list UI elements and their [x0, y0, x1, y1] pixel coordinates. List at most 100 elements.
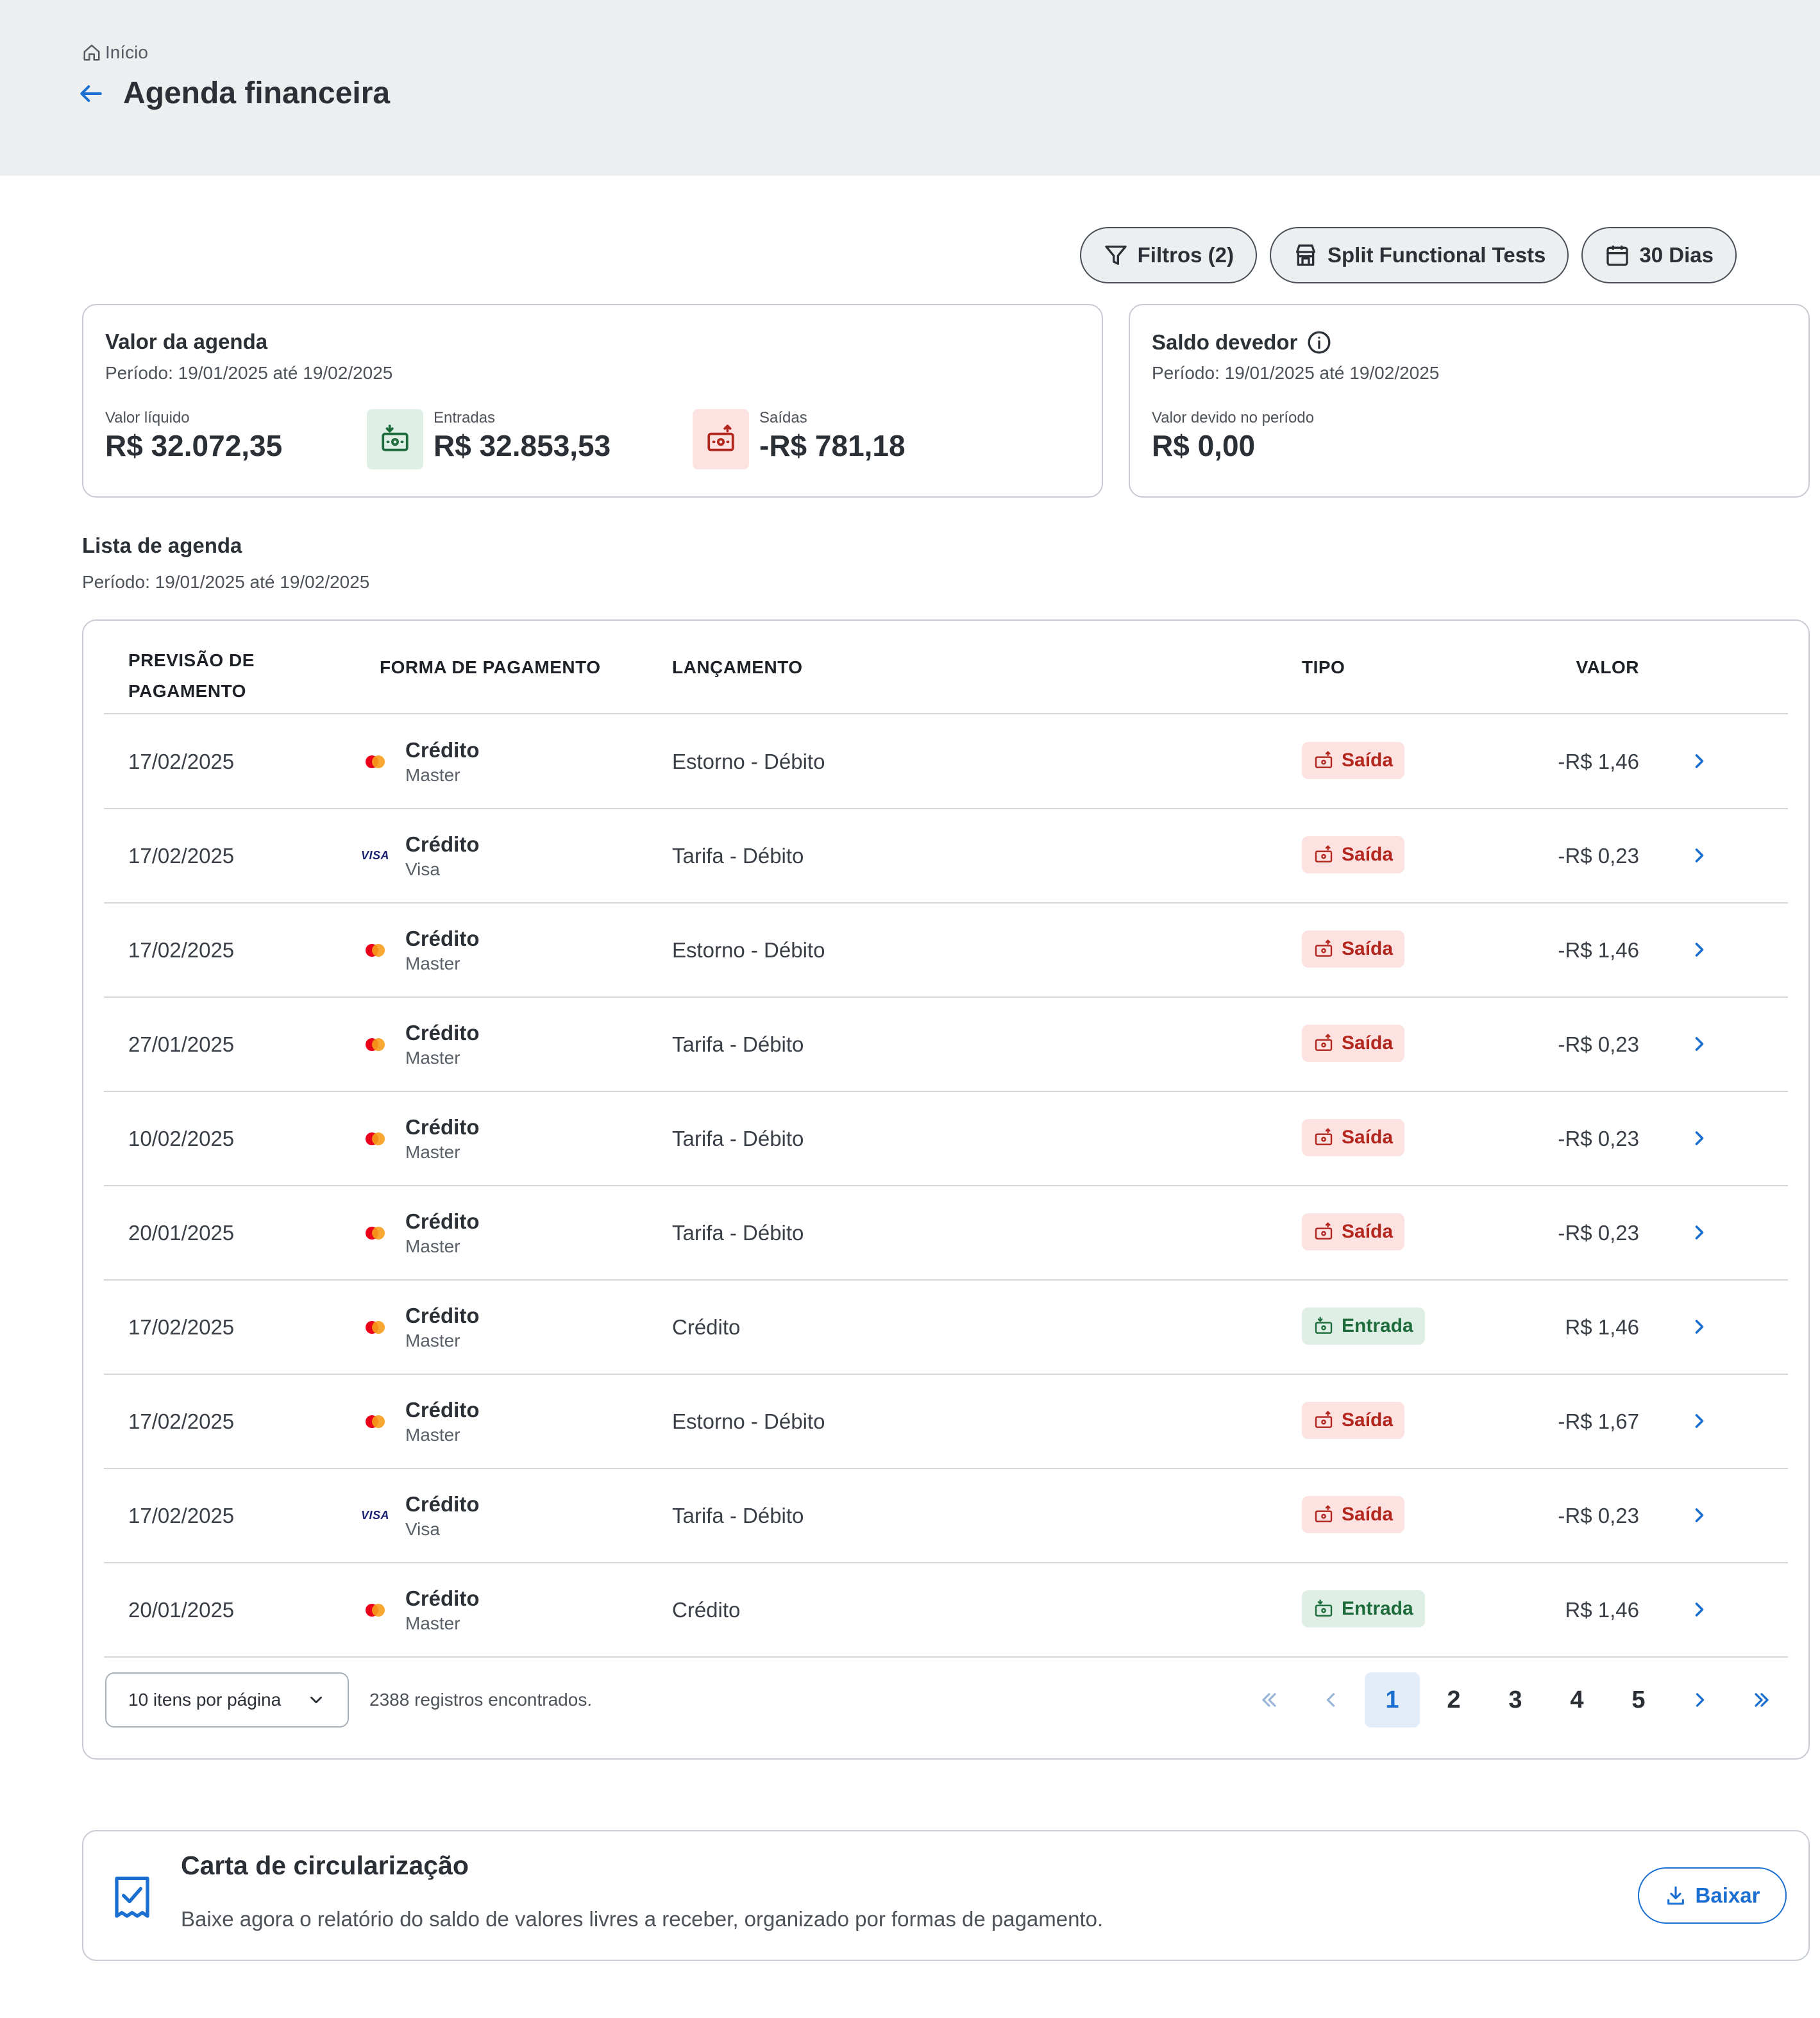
- agenda-card-period: Período: 19/01/2025 até 19/02/2025: [105, 363, 393, 383]
- last-page-button[interactable]: [1734, 1672, 1789, 1728]
- agenda-table: PREVISÃO DE PAGAMENTO FORMA DE PAGAMENTO…: [82, 619, 1810, 1760]
- row-entry: Estorno - Débito: [672, 749, 825, 773]
- row-method: Crédito: [405, 1114, 480, 1139]
- outcome-icon: [1313, 1127, 1334, 1148]
- row-method: Crédito: [405, 1492, 480, 1516]
- row-payment-method: Crédito Master: [362, 1092, 480, 1185]
- saldo-card-period: Período: 19/01/2025 até 19/02/2025: [1152, 363, 1440, 383]
- chevron-right-icon[interactable]: [1688, 844, 1711, 867]
- row-type-label: Saída: [1342, 1032, 1394, 1054]
- table-row[interactable]: 27/01/2025 Crédito Master Tarifa - Débito Sa…: [104, 998, 1788, 1092]
- row-brand: Visa: [405, 1518, 440, 1539]
- row-payment-method: Crédito Master: [362, 998, 480, 1091]
- filters-button[interactable]: Filtros (2): [1079, 227, 1257, 283]
- download-button[interactable]: Baixar: [1638, 1867, 1787, 1924]
- chevron-right-icon[interactable]: [1688, 1127, 1711, 1150]
- row-brand: Master: [405, 1613, 460, 1633]
- chevron-right-icon[interactable]: [1688, 1032, 1711, 1055]
- row-type-label: Saída: [1342, 844, 1394, 865]
- row-brand: Master: [405, 1236, 460, 1256]
- info-icon[interactable]: [1306, 330, 1332, 355]
- table-row[interactable]: 17/02/2025 Crédito Master Estorno - Débito S…: [104, 1375, 1788, 1469]
- row-type-badge: Saída: [1302, 930, 1405, 968]
- row-date: 10/02/2025: [128, 1126, 235, 1150]
- row-value: -R$ 1,46: [1558, 749, 1639, 773]
- row-method: Crédito: [405, 832, 480, 856]
- row-type-badge: Saída: [1302, 1496, 1405, 1533]
- double-chevron-left-icon: [1262, 1693, 1276, 1707]
- chevron-right-icon: [1696, 1693, 1705, 1707]
- page-button-2[interactable]: 2: [1426, 1672, 1481, 1728]
- due-metric: Valor devido no período R$ 0,00: [1152, 409, 1314, 463]
- chevron-down-icon: [310, 1696, 322, 1704]
- due-label: Valor devido no período: [1152, 409, 1315, 426]
- column-header-date: PREVISÃO DE PAGAMENTO: [128, 650, 255, 701]
- row-type-badge: Saída: [1302, 1213, 1405, 1250]
- next-page-button[interactable]: [1673, 1672, 1728, 1728]
- chevron-right-icon[interactable]: [1688, 750, 1711, 773]
- toolbar: Filtros (2) Split Functional Tests 30 Di…: [1079, 227, 1737, 283]
- row-value: -R$ 0,23: [1558, 843, 1639, 868]
- income-value: R$ 32.853,53: [434, 429, 611, 462]
- page-button-5[interactable]: 5: [1611, 1672, 1666, 1728]
- row-value: -R$ 0,23: [1558, 1503, 1639, 1527]
- chevron-right-icon[interactable]: [1688, 1315, 1711, 1338]
- due-value: R$ 0,00: [1152, 429, 1256, 462]
- table-row[interactable]: 17/02/2025 Crédito Master Estorno - Débito S…: [104, 715, 1788, 809]
- circularization-letter-card: Carta de circularização Baixe agora o re…: [82, 1830, 1810, 1961]
- records-count: 2388 registros encontrados.: [369, 1690, 593, 1710]
- filters-label: Filtros (2): [1137, 243, 1234, 267]
- table-row[interactable]: 17/02/2025 VISA Crédito Visa Tarifa - Débito…: [104, 1469, 1788, 1563]
- home-icon: [83, 44, 100, 61]
- row-type-badge: Saída: [1302, 1025, 1405, 1062]
- store-icon: [1295, 244, 1315, 266]
- row-payment-method: VISA Crédito Visa: [361, 1469, 480, 1562]
- first-page-button[interactable]: [1242, 1672, 1297, 1728]
- mastercard-icon: [362, 1602, 389, 1619]
- row-type-badge: Entrada: [1302, 1307, 1425, 1345]
- previous-page-button[interactable]: [1303, 1672, 1358, 1728]
- net-value-label: Valor líquido: [105, 409, 190, 426]
- chevron-right-icon[interactable]: [1688, 938, 1711, 961]
- chevron-right-icon[interactable]: [1688, 1598, 1711, 1621]
- outcome-icon: [1313, 1222, 1334, 1242]
- row-type-badge: Saída: [1302, 1402, 1405, 1439]
- table-footer: 10 itens por página 2388 registros encon…: [105, 1672, 1789, 1728]
- store-selector-button[interactable]: Split Functional Tests: [1269, 227, 1569, 283]
- table-row[interactable]: 10/02/2025 Crédito Master Tarifa - Débito Sa…: [104, 1092, 1788, 1186]
- row-entry: Crédito: [672, 1315, 741, 1339]
- row-type-badge: Saída: [1302, 1119, 1405, 1156]
- period-button[interactable]: 30 Dias: [1581, 227, 1737, 283]
- page-button-3[interactable]: 3: [1488, 1672, 1543, 1728]
- table-row[interactable]: 20/01/2025 Crédito Master Tarifa - Débito Sa…: [104, 1186, 1788, 1281]
- row-method: Crédito: [405, 1586, 480, 1610]
- table-row[interactable]: 17/02/2025 Crédito Master Crédito Entrada R$ …: [104, 1281, 1788, 1375]
- row-entry: Tarifa - Débito: [672, 1032, 804, 1056]
- chevron-right-icon[interactable]: [1688, 1409, 1711, 1433]
- row-type-label: Entrada: [1342, 1598, 1413, 1619]
- chevron-right-icon[interactable]: [1688, 1504, 1711, 1527]
- row-date: 17/02/2025: [128, 749, 235, 773]
- row-type-label: Saída: [1342, 750, 1394, 771]
- table-row[interactable]: 20/01/2025 Crédito Master Crédito Entrada R$ …: [104, 1563, 1788, 1658]
- row-payment-method: Crédito Master: [362, 904, 480, 996]
- row-date: 17/02/2025: [128, 1503, 235, 1527]
- income-metric: Entradas R$ 32.853,53: [434, 409, 611, 463]
- row-payment-method: Crédito Master: [362, 1281, 480, 1374]
- row-type-label: Saída: [1342, 1221, 1394, 1242]
- breadcrumb[interactable]: Início: [82, 42, 148, 63]
- page-button-1[interactable]: 1: [1365, 1672, 1420, 1728]
- breadcrumb-home[interactable]: Início: [105, 42, 148, 63]
- back-arrow-icon[interactable]: [77, 80, 105, 108]
- table-row[interactable]: 17/02/2025 Crédito Master Estorno - Débito S…: [104, 904, 1788, 998]
- double-chevron-right-icon: [1755, 1693, 1769, 1707]
- row-method: Crédito: [405, 1020, 480, 1045]
- table-row[interactable]: 17/02/2025 VISA Crédito Visa Tarifa - Débito…: [104, 809, 1788, 904]
- page-button-4[interactable]: 4: [1549, 1672, 1605, 1728]
- row-value: -R$ 1,67: [1558, 1409, 1639, 1433]
- income-icon: [1313, 1599, 1334, 1619]
- row-payment-method: Crédito Master: [362, 1186, 480, 1279]
- chevron-right-icon[interactable]: [1688, 1221, 1711, 1244]
- items-per-page-select[interactable]: 10 itens por página: [105, 1672, 349, 1728]
- agenda-value-card: Valor da agenda Período: 19/01/2025 até …: [82, 304, 1103, 498]
